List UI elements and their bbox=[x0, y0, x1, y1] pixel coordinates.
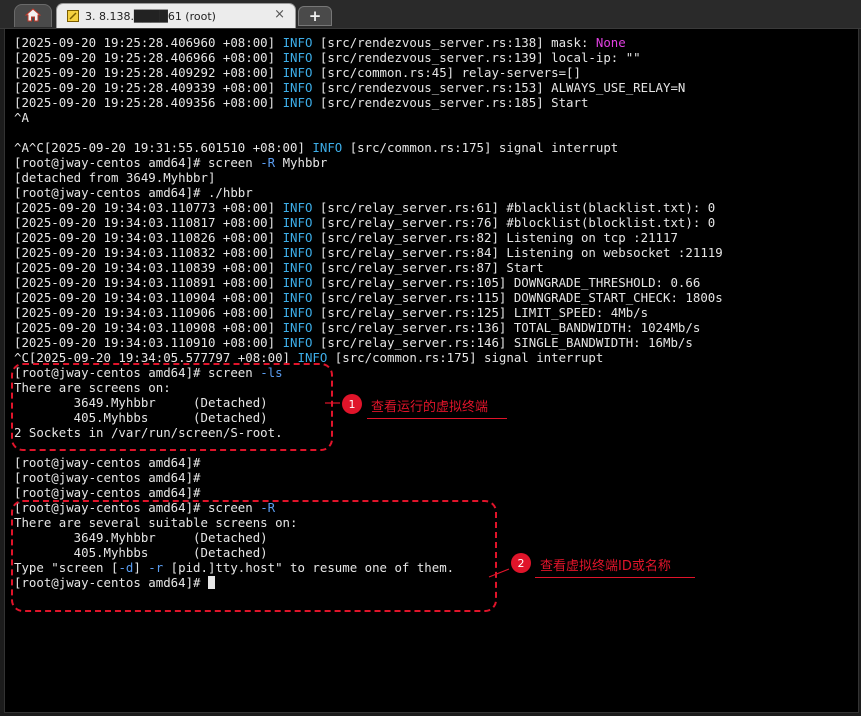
close-tab-icon[interactable]: × bbox=[274, 8, 285, 22]
annotation-badge-2: 2 bbox=[511, 553, 531, 573]
terminal-area[interactable]: [2025-09-20 19:25:28.406960 +08:00] INFO… bbox=[4, 29, 859, 713]
home-icon bbox=[24, 7, 42, 26]
home-tab[interactable] bbox=[14, 4, 52, 27]
annotation-underline-2 bbox=[535, 577, 695, 578]
tab-bar: 3. 8.138.████61 (root) × + bbox=[0, 0, 861, 29]
new-tab-button[interactable]: + bbox=[298, 6, 332, 26]
tab-session-title: 3. 8.138.████61 (root) bbox=[85, 9, 216, 23]
terminal-session-icon bbox=[67, 10, 79, 22]
annotation-note-1: 查看运行的虚拟终端 bbox=[371, 400, 489, 415]
highlight-box-screen-r bbox=[11, 500, 497, 612]
tab-session[interactable]: 3. 8.138.████61 (root) × bbox=[56, 3, 296, 28]
annotation-underline-1 bbox=[367, 418, 507, 419]
highlight-box-screen-ls bbox=[11, 363, 333, 451]
annotation-badge-1: 1 bbox=[342, 394, 362, 414]
annotation-note-2: 查看虚拟终端ID或名称 bbox=[540, 559, 671, 574]
